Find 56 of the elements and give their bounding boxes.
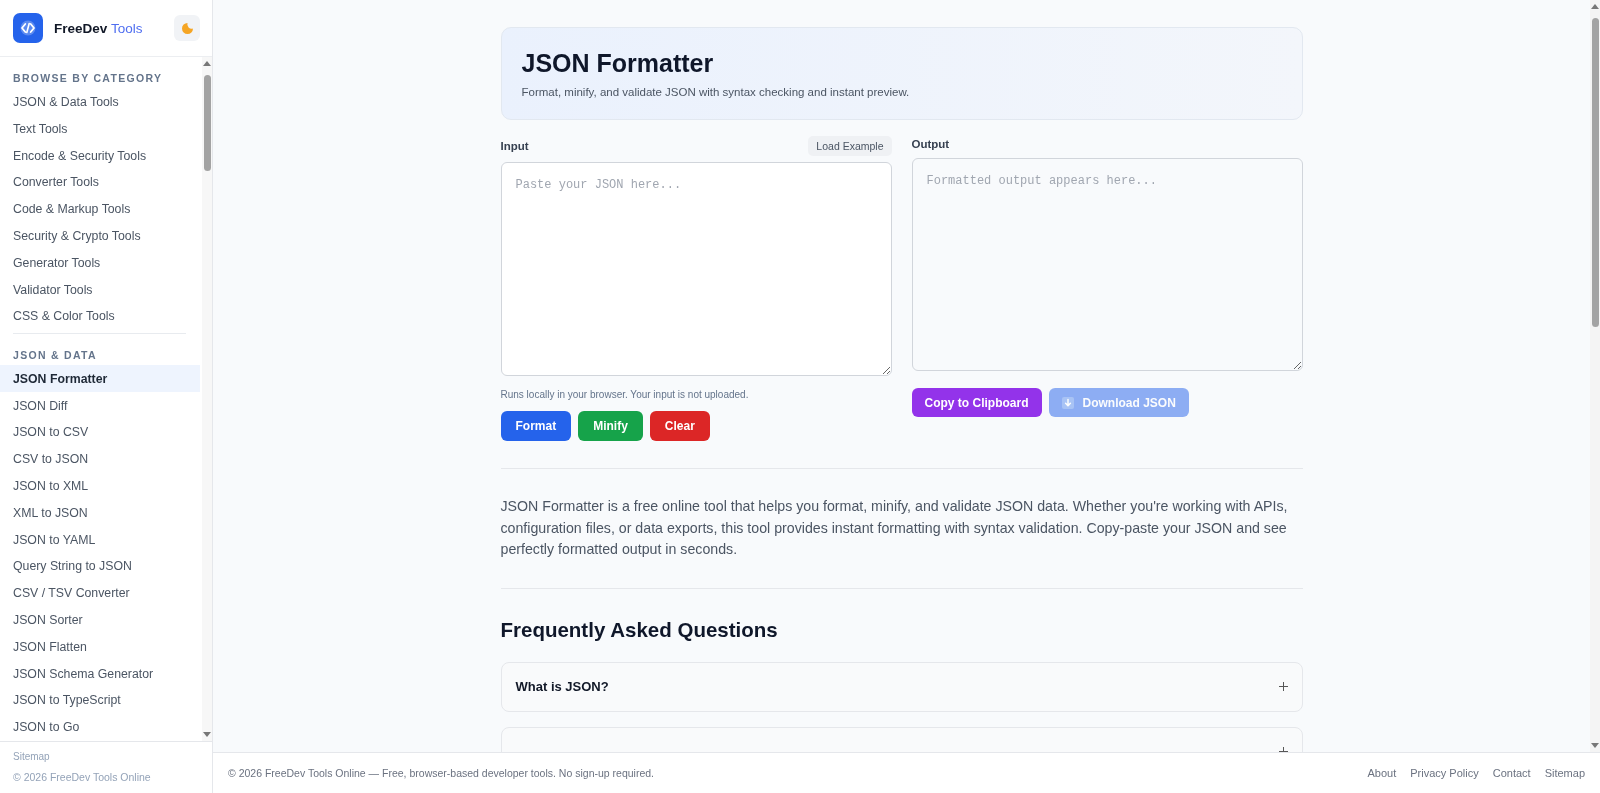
- sidebar-item[interactable]: Text Tools: [0, 115, 200, 143]
- load-example-button[interactable]: Load Example: [808, 136, 892, 156]
- sidebar-section-heading: JSON & DATA: [12, 347, 97, 362]
- sidebar-item[interactable]: JSON Diff: [0, 392, 200, 419]
- theme-toggle-button[interactable]: [174, 15, 200, 41]
- footer-link[interactable]: Sitemap: [1544, 767, 1585, 779]
- scrollbar-thumb[interactable]: [1591, 18, 1599, 327]
- faq-heading: Frequently Asked Questions: [500, 616, 779, 643]
- output-field[interactable]: Formatted output appears here...: [911, 158, 1303, 371]
- sidebar-item[interactable]: JSON to Go: [0, 713, 200, 741]
- page-subtitle: Format, minify, and validate JSON with syntax checking and instant preview.: [521, 85, 911, 100]
- sidebar-item[interactable]: CSS & Color Tools: [0, 302, 200, 330]
- input-label: Input: [500, 140, 529, 152]
- sidebar-item[interactable]: CSV to JSON: [0, 445, 200, 473]
- sidebar-item[interactable]: Converter Tools: [0, 169, 200, 196]
- scroll-up-arrow-icon[interactable]: [203, 61, 211, 66]
- sidebar-item[interactable]: Generator Tools: [0, 249, 200, 277]
- scrollbar-thumb[interactable]: [203, 75, 211, 171]
- description-text: JSON Formatter is a free online tool that helps you format, minify, and validate JSON data. Whether you're working with APIs, configuration files, or data exports, this tool provides instant formatting with syntax validation. Copy-paste your JSON and see perfectly formatted output in seconds.: [500, 497, 1289, 559]
- copy-button[interactable]: Copy to Clipboard: [911, 388, 1042, 417]
- moon-icon: [181, 22, 193, 34]
- sidebar-item[interactable]: JSON to YAML: [0, 526, 200, 553]
- sidebar-item[interactable]: Validator Tools: [0, 276, 200, 303]
- sidebar-item[interactable]: JSON to CSV: [0, 418, 200, 446]
- sidebar-item[interactable]: XML to JSON: [0, 499, 200, 527]
- sidebar-item[interactable]: Security & Crypto Tools: [0, 222, 200, 250]
- sidebar-item[interactable]: JSON to XML: [0, 472, 200, 500]
- footer-link[interactable]: Contact: [1492, 767, 1531, 779]
- sidebar-section-heading: BROWSE BY CATEGORY: [12, 71, 163, 85]
- format-button[interactable]: Format: [500, 411, 572, 441]
- page-title: JSON Formatter: [521, 49, 715, 77]
- output-label: Output: [911, 138, 950, 150]
- scroll-down-arrow-icon[interactable]: [1591, 743, 1599, 748]
- scroll-up-arrow-icon[interactable]: [1591, 4, 1599, 9]
- code-logo-icon: [13, 13, 43, 43]
- clear-button[interactable]: Clear: [649, 411, 710, 441]
- scroll-down-arrow-icon[interactable]: [203, 732, 211, 737]
- sidebar-item[interactable]: JSON Schema Generator: [0, 660, 200, 687]
- sidebar-item[interactable]: CSV / TSV Converter: [0, 579, 200, 607]
- brand-name: FreeDev Tools: [54, 20, 143, 36]
- footer-link[interactable]: About: [1367, 767, 1397, 779]
- sidebar-item[interactable]: JSON to TypeScript: [0, 686, 200, 714]
- sidebar-item[interactable]: JSON Sorter: [0, 606, 200, 634]
- footer-link[interactable]: Privacy Policy: [1410, 767, 1479, 779]
- privacy-note: Runs locally in your browser. Your input is not uploaded.: [500, 388, 750, 401]
- sidebar-item[interactable]: Code & Markup Tools: [0, 195, 200, 223]
- download-arrow-icon: [1061, 396, 1074, 409]
- sidebar-item[interactable]: JSON Formatter: [0, 365, 200, 393]
- copyright-text: © 2026 FreeDev Tools Online — Free, browser-based developer tools. No sign-up required.: [228, 767, 654, 779]
- sidebar-item[interactable]: Encode & Security Tools: [0, 142, 200, 169]
- copyright-text: © 2026 FreeDev Tools Online: [13, 770, 151, 784]
- sidebar-item[interactable]: JSON & Data Tools: [0, 88, 200, 116]
- sidebar-item[interactable]: Query String to JSON: [0, 552, 200, 580]
- sidebar-item[interactable]: JSON Flatten: [0, 633, 200, 661]
- faq-item[interactable]: What is JSON?: [500, 661, 1303, 712]
- input-field[interactable]: Paste your JSON here...: [500, 162, 892, 376]
